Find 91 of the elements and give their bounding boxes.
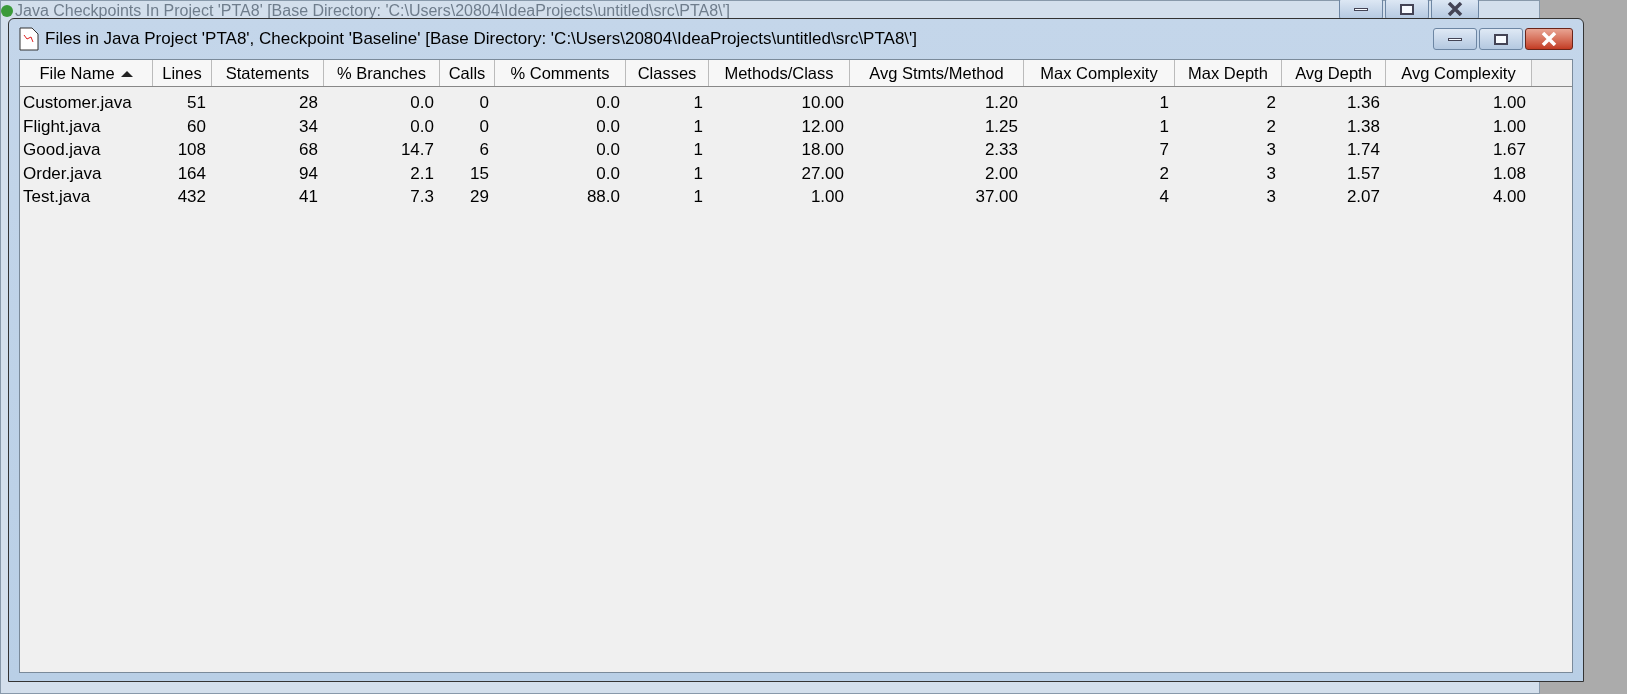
column-header[interactable]: Classes <box>626 60 709 86</box>
table-cell-text: Flight.java <box>22 115 102 138</box>
table-cell-text: 164 <box>176 162 207 185</box>
table-cell-text: 1 <box>692 162 704 185</box>
table-cell-text: 4.00 <box>1491 186 1527 208</box>
app-icon <box>1 3 13 19</box>
table-cell-text: 2 <box>1265 92 1277 114</box>
table-cell-text: 1.67 <box>1491 139 1527 161</box>
minimize-button[interactable] <box>1433 28 1477 50</box>
column-header[interactable]: Max Depth <box>1175 60 1282 86</box>
table-cell-text: 4 <box>1158 186 1170 208</box>
table-cell-text: 1.08 <box>1491 162 1527 185</box>
table-cell-text: 0.0 <box>595 139 621 161</box>
table-cell-text: 2.00 <box>983 162 1019 185</box>
table-cell-text: 2.1 <box>409 162 435 185</box>
close-button[interactable] <box>1525 28 1573 50</box>
table-cell-text: 10.00 <box>800 92 845 114</box>
table-cell-text: 0.0 <box>595 92 621 114</box>
column-header[interactable]: Avg Complexity <box>1386 60 1532 86</box>
table-cell-text: 432 <box>176 186 207 208</box>
table-cell-text: 3 <box>1265 139 1277 161</box>
table-cell-text: 7 <box>1158 139 1170 161</box>
table-cell-text: 1.25 <box>983 115 1019 138</box>
table-cell-text: 1 <box>692 186 704 208</box>
column-header[interactable]: Lines <box>153 60 212 86</box>
table-cell-text: 1.20 <box>983 92 1019 114</box>
table-cell-text: 1 <box>1158 115 1170 138</box>
table-cell-text: 88.0 <box>585 186 621 208</box>
table-cell-text: Test.java <box>22 186 92 208</box>
table-cell-text: 34 <box>298 115 319 138</box>
maximize-button[interactable] <box>1479 28 1523 50</box>
table-cell-text: 41 <box>298 186 319 208</box>
table-cell-text: 1 <box>692 139 704 161</box>
table-cell-text: 27.00 <box>800 162 845 185</box>
column-header[interactable]: Avg Stmts/Method <box>850 60 1024 86</box>
table-cell-text: 0.0 <box>595 115 621 138</box>
document-icon <box>19 27 39 51</box>
sort-ascending-icon <box>120 69 133 77</box>
table-cell-text: 108 <box>176 139 207 161</box>
table-cell-text: 1.00 <box>1491 92 1527 114</box>
table-cell-text: 0 <box>478 115 490 138</box>
table-cell-text: 2.07 <box>1345 186 1381 208</box>
close-button[interactable] <box>1431 0 1479 20</box>
table-cell-text: 12.00 <box>800 115 845 138</box>
table-cell-text: 2.33 <box>983 139 1019 161</box>
table-cell-text: 68 <box>298 139 319 161</box>
window-title: Java Checkpoints In Project 'PTA8' [Base Directory: 'C:\Users\20804\IdeaProjects\untitled\src\PTA8\'] <box>15 1 732 21</box>
table-cell-text: 1.36 <box>1345 92 1381 114</box>
table-cell-text: 37.00 <box>974 186 1019 208</box>
column-header[interactable]: Max Complexity <box>1024 60 1175 86</box>
maximize-button[interactable] <box>1385 0 1429 20</box>
column-header[interactable]: % Branches <box>324 60 440 86</box>
table-cell-text: 0.0 <box>595 162 621 185</box>
window-title: Files in Java Project 'PTA8', Checkpoint 'Baseline' [Base Directory: 'C:\Users\20804\IdeaProjects\untitled\src\PTA8\'] <box>45 28 919 51</box>
minimize-button[interactable] <box>1339 0 1383 20</box>
table-cell-text: 15 <box>469 162 490 185</box>
table-cell-text: 1.57 <box>1345 162 1381 185</box>
table-cell-text: 94 <box>298 162 319 185</box>
table-cell-text: Order.java <box>22 162 103 185</box>
table-cell-text: 2 <box>1265 115 1277 138</box>
table-cell-text: 0.0 <box>409 92 435 114</box>
table-cell-text: 1.38 <box>1345 115 1381 138</box>
table-cell-text: 1 <box>1158 92 1170 114</box>
column-header[interactable]: Avg Depth <box>1282 60 1386 86</box>
table-cell-text: 1.00 <box>809 186 845 208</box>
close-icon <box>1447 2 1463 16</box>
table-cell-text: 0.0 <box>409 115 435 138</box>
table-cell-text: Good.java <box>22 139 102 161</box>
table-cell-text: 1.00 <box>1491 115 1527 138</box>
table-cell-text: 7.3 <box>409 186 435 208</box>
table-cell-text: 51 <box>186 92 207 114</box>
table-cell-text: 2 <box>1158 162 1170 185</box>
table-cell-text: Customer.java <box>22 92 133 114</box>
column-header[interactable]: Calls <box>440 60 495 86</box>
table-cell-text: 29 <box>469 186 490 208</box>
table-cell-text: 28 <box>298 92 319 114</box>
table-cell-text: 3 <box>1265 186 1277 208</box>
table-cell-text: 1 <box>692 92 704 114</box>
column-header[interactable]: File Name <box>20 60 153 86</box>
column-header[interactable]: Methods/Class <box>709 60 850 86</box>
table-cell-text: 14.7 <box>399 139 435 161</box>
close-icon <box>1541 32 1557 46</box>
table-cell-text: 18.00 <box>800 139 845 161</box>
table-cell-text: 1 <box>692 115 704 138</box>
table-cell-text: 1.74 <box>1345 139 1381 161</box>
table-cell-text: 3 <box>1265 162 1277 185</box>
table-cell-text: 6 <box>478 139 490 161</box>
table-cell-text: 60 <box>186 115 207 138</box>
column-header[interactable]: Statements <box>212 60 324 86</box>
table-cell-text: 0 <box>478 92 490 114</box>
column-header[interactable]: % Comments <box>495 60 626 86</box>
